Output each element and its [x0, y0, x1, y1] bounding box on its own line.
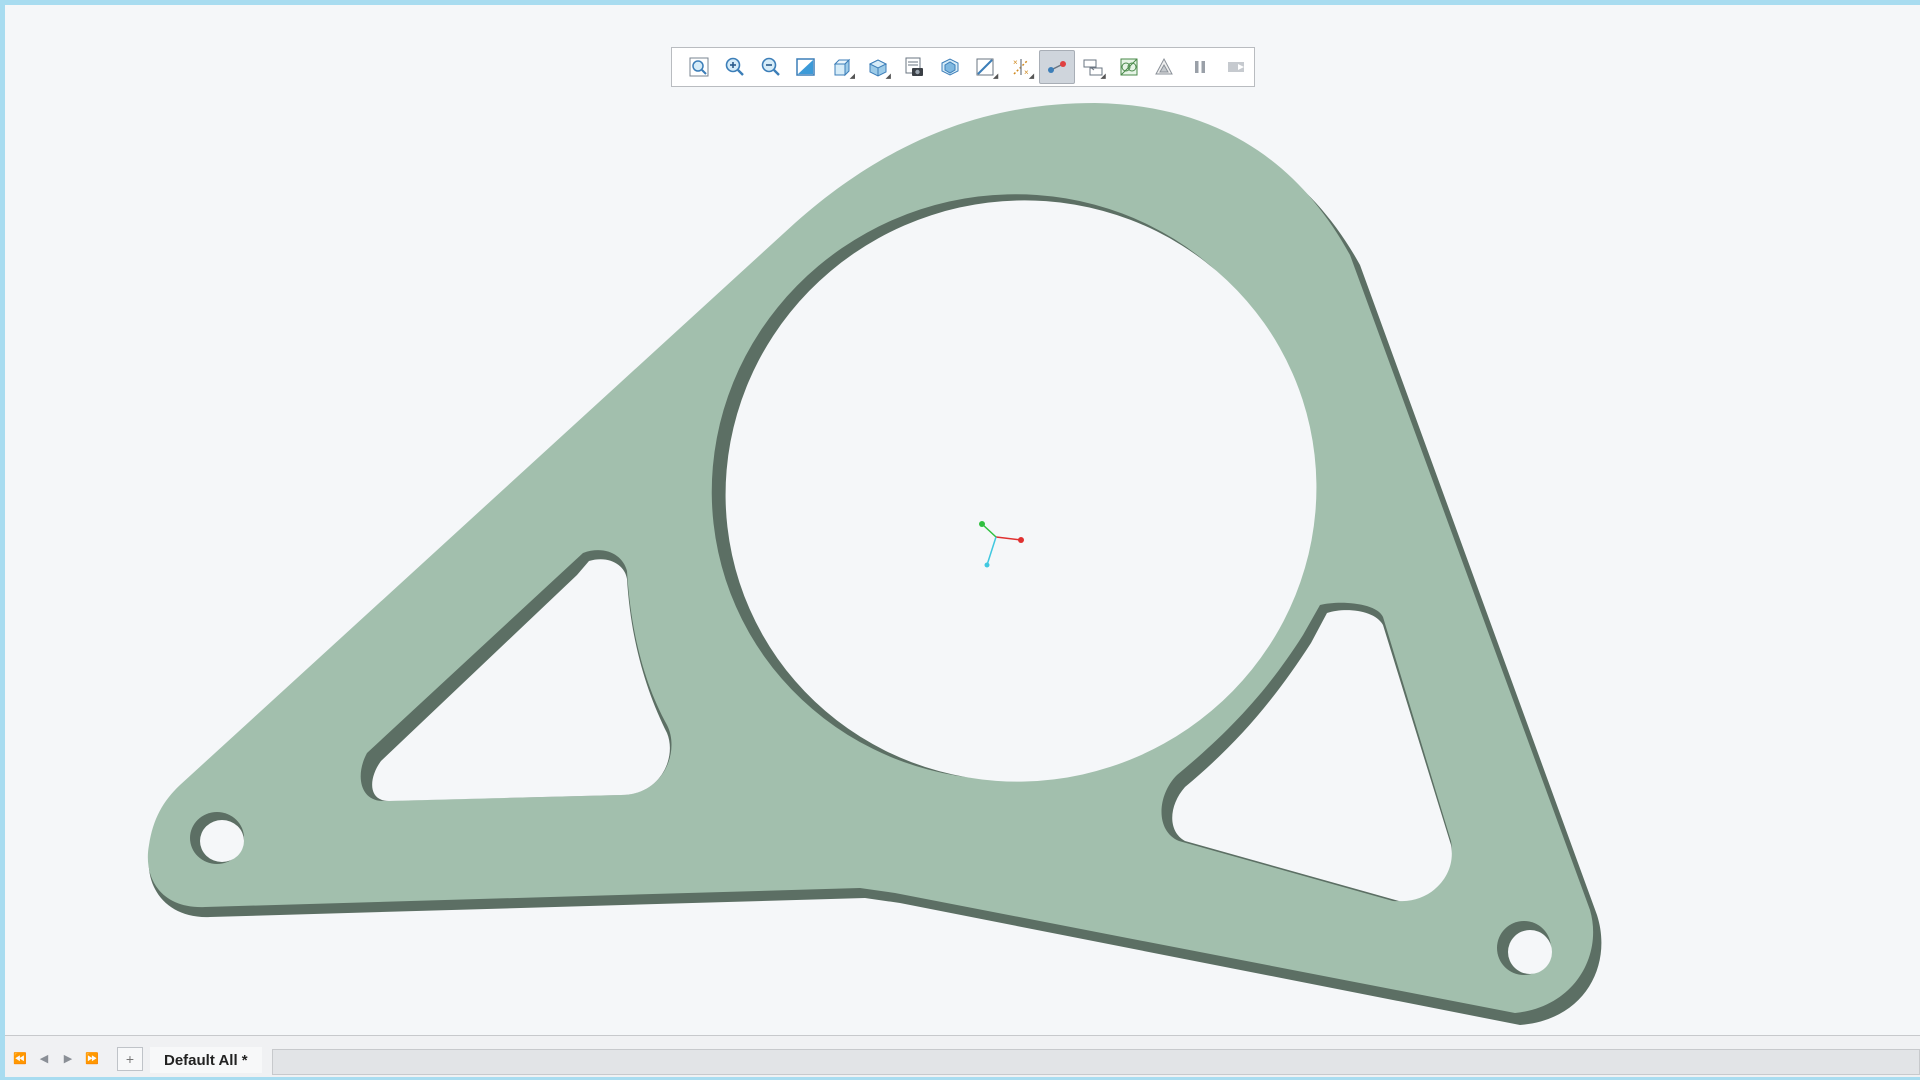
right-mount-hole: [1508, 930, 1552, 974]
simulation-button[interactable]: [1147, 50, 1183, 84]
perspective-icon: [941, 58, 959, 76]
dropdown-arrow-icon: ◢: [885, 73, 891, 80]
annotation-display-button[interactable]: ◢: [1075, 50, 1111, 84]
perspective-button[interactable]: [932, 50, 968, 84]
sheet-tab-strip: [272, 1049, 1920, 1075]
section-button[interactable]: ◢: [968, 50, 1004, 84]
modeling-window: ◢ ◢ ◢ × × ◢ ◢ ⏪ ◀ ▶ ⏩ + Default All *: [5, 5, 1920, 1077]
datum-display-button[interactable]: × × ◢: [1003, 50, 1039, 84]
dropdown-arrow-icon: ◢: [1100, 73, 1106, 80]
zoom-out-button[interactable]: [753, 50, 789, 84]
pause-icon: [1195, 61, 1206, 73]
display-style-button[interactable]: ◢: [860, 50, 896, 84]
zoom-fit-icon: [689, 57, 709, 77]
repaint-icon: [796, 58, 816, 76]
zoom-in-button[interactable]: [717, 50, 753, 84]
zoom-fit-button[interactable]: [681, 50, 717, 84]
first-page-icon[interactable]: ⏪: [11, 1049, 29, 1067]
graphics-viewport[interactable]: ◢ ◢ ◢ × × ◢ ◢: [5, 5, 1920, 1035]
simulation-icon: [1155, 57, 1174, 75]
prev-page-icon[interactable]: ◀: [35, 1049, 53, 1067]
add-sheet-button[interactable]: +: [117, 1047, 143, 1071]
repaint-button[interactable]: [788, 50, 824, 84]
next-page-icon[interactable]: ▶: [59, 1049, 77, 1067]
sheet-navigation: ⏪ ◀ ▶ ⏩: [11, 1049, 101, 1067]
zoom-in-icon: [725, 57, 744, 76]
left-mount-hole: [200, 820, 244, 862]
view-manager-icon: [905, 57, 923, 76]
zoom-out-icon: [761, 57, 780, 76]
appearance-button[interactable]: [1111, 50, 1147, 84]
dropdown-arrow-icon: ◢: [849, 73, 856, 80]
bracket-part-model[interactable]: [5, 5, 1920, 1035]
sheet-tab-bar: ⏪ ◀ ▶ ⏩ + Default All *: [5, 1035, 1920, 1077]
dropdown-arrow-icon: ◢: [1028, 73, 1035, 80]
last-page-icon[interactable]: ⏩: [83, 1049, 101, 1067]
pause-button[interactable]: [1182, 50, 1218, 84]
view-toolbar: ◢ ◢ ◢ × × ◢ ◢: [671, 47, 1255, 87]
play-button[interactable]: [1218, 50, 1254, 84]
view-manager-button[interactable]: [896, 50, 932, 84]
play-icon: [1228, 62, 1245, 72]
active-sheet-tab[interactable]: Default All *: [150, 1047, 262, 1073]
svg-text:×: ×: [1013, 58, 1018, 67]
spin-center-button[interactable]: [1039, 50, 1075, 84]
spin-center-icon: [1048, 61, 1067, 73]
saved-orientations-button[interactable]: ◢: [824, 50, 860, 84]
appearance-icon: [1120, 58, 1138, 76]
dropdown-arrow-icon: ◢: [992, 73, 999, 80]
